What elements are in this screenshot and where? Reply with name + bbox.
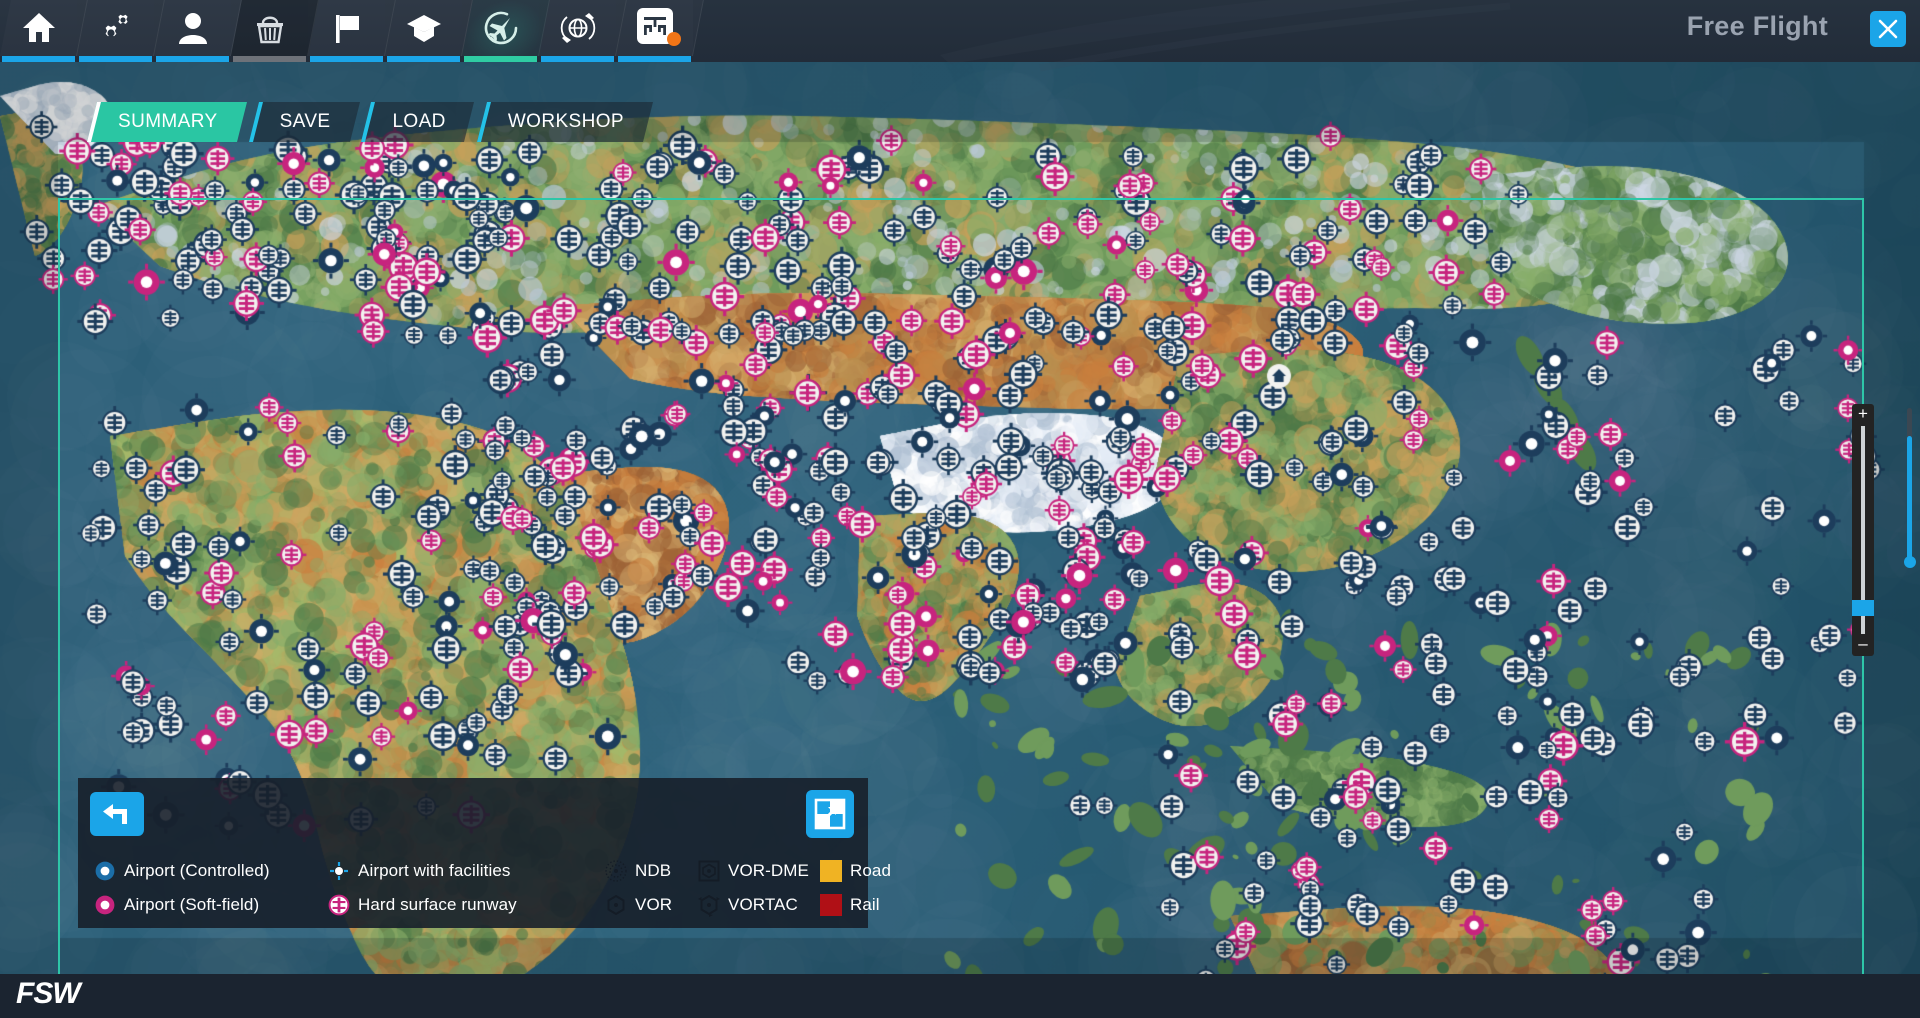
free-flight-screen: Free Flight SUMMARY SAVE LOAD WORKSHOP +… xyxy=(0,0,1920,1018)
legend-hard-surface-runway[interactable]: Hard surface runway xyxy=(326,888,517,922)
expand-map-button[interactable] xyxy=(806,790,854,838)
nav-item-extras[interactable] xyxy=(616,0,704,62)
expand-fullscreen-icon xyxy=(814,798,846,830)
ndb-icon xyxy=(603,858,629,884)
plane-circle-icon xyxy=(484,11,517,45)
legend-airport-softfield[interactable]: Airport (Soft-field) xyxy=(92,888,259,922)
legend-row: Airport (Controlled) Airport with facili… xyxy=(78,854,891,888)
nav-items xyxy=(0,0,704,62)
legend-label: Airport with facilities xyxy=(358,861,511,880)
legend-vortac[interactable]: VORTAC xyxy=(696,888,798,922)
legend-row: Airport (Soft-field) Hard surface runway… xyxy=(78,888,880,922)
tab-label: LOAD xyxy=(392,111,446,132)
airport-controlled-icon xyxy=(92,858,118,884)
tab-load[interactable]: LOAD xyxy=(361,102,475,142)
tab-bar: SUMMARY SAVE LOAD WORKSHOP xyxy=(87,102,660,142)
home-icon xyxy=(22,13,55,42)
nav-item-profile[interactable] xyxy=(154,0,242,62)
basket-icon xyxy=(256,16,283,44)
vortac-icon xyxy=(696,892,722,918)
map-side-scrollbar[interactable] xyxy=(1904,408,1916,608)
zoom-in-label[interactable]: + xyxy=(1855,405,1871,423)
tab-label: SUMMARY xyxy=(118,111,218,132)
nav-item-challenges[interactable] xyxy=(308,0,396,62)
person-icon xyxy=(178,13,207,44)
nav-item-settings[interactable] xyxy=(77,0,165,62)
road-swatch xyxy=(818,858,844,884)
legend-road[interactable]: Road xyxy=(818,854,891,888)
graduation-cap-icon xyxy=(406,15,441,42)
scrollbar-fill xyxy=(1907,436,1912,561)
airport-softfield-icon xyxy=(92,892,118,918)
legend-label: NDB xyxy=(635,861,672,880)
top-navigation-bar: Free Flight xyxy=(0,0,1920,72)
gears-icon xyxy=(105,14,128,37)
back-arrow-icon xyxy=(103,804,127,824)
legend-vor[interactable]: VOR xyxy=(603,888,672,922)
nav-item-training[interactable] xyxy=(385,0,473,62)
legend-airport-controlled[interactable]: Airport (Controlled) xyxy=(92,854,270,888)
globe-plane-icon xyxy=(560,13,595,43)
page-title: Free Flight xyxy=(1686,11,1828,41)
nav-item-store[interactable] xyxy=(231,0,319,62)
vor-icon xyxy=(603,892,629,918)
legend-label: Airport (Controlled) xyxy=(124,861,270,880)
legend-label: VORTAC xyxy=(728,895,798,914)
zoom-out-label[interactable]: – xyxy=(1855,635,1871,653)
nav-item-world[interactable] xyxy=(539,0,627,62)
legend-label: Rail xyxy=(850,895,880,914)
map-zoom-slider[interactable]: + – xyxy=(1852,404,1874,656)
airport-facilities-icon xyxy=(326,858,352,884)
fsw-logo: FSW xyxy=(16,977,81,1010)
legend-ndb[interactable]: NDB xyxy=(603,854,671,888)
legend-vor-dme[interactable]: VOR-DME xyxy=(696,854,809,888)
scrollbar-knob[interactable] xyxy=(1904,556,1916,568)
tab-workshop[interactable]: WORKSHOP xyxy=(476,102,653,142)
notification-badge xyxy=(667,32,681,46)
legend-rail[interactable]: Rail xyxy=(818,888,880,922)
close-x-icon xyxy=(1878,19,1898,39)
rail-swatch xyxy=(818,892,844,918)
nav-item-free-flight[interactable] xyxy=(462,0,550,62)
nav-item-home[interactable] xyxy=(0,0,88,62)
legend-label: VOR-DME xyxy=(728,861,809,880)
bottom-bar xyxy=(0,974,1920,1018)
legend-label: Road xyxy=(850,861,892,880)
hard-surface-runway-icon xyxy=(326,892,352,918)
flag-icon xyxy=(335,15,359,43)
zoom-handle[interactable] xyxy=(1852,600,1874,616)
back-button[interactable] xyxy=(90,792,144,836)
tab-label: WORKSHOP xyxy=(507,111,624,132)
close-button[interactable] xyxy=(1870,11,1906,47)
legend-label: Hard surface runway xyxy=(358,895,517,914)
legend-label: VOR xyxy=(635,895,673,914)
tab-summary[interactable]: SUMMARY xyxy=(87,102,247,142)
legend-airport-facilities[interactable]: Airport with facilities xyxy=(326,854,511,888)
tab-save[interactable]: SAVE xyxy=(248,102,360,142)
legend-label: Airport (Soft-field) xyxy=(124,895,260,914)
vor-dme-icon xyxy=(696,858,722,884)
tab-label: SAVE xyxy=(279,111,331,132)
legend-entries: Airport (Controlled) Airport with facili… xyxy=(78,854,891,922)
map-legend-panel: Airport (Controlled) Airport with facili… xyxy=(78,778,891,928)
